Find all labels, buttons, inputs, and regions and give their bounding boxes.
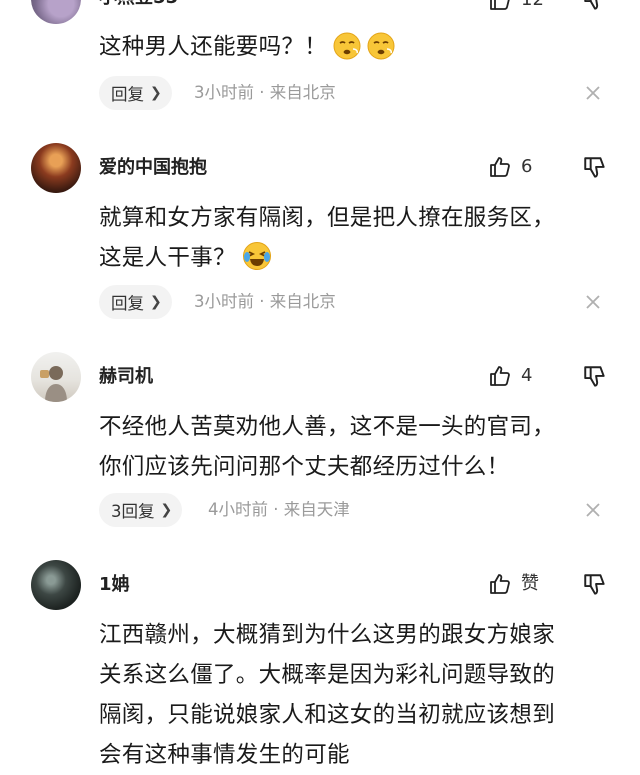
reply-label: 回复 xyxy=(111,294,144,313)
avatar[interactable] xyxy=(31,0,81,24)
avatar[interactable] xyxy=(31,560,81,610)
reply-label: 3回复 xyxy=(111,502,155,521)
chevron-right-icon: ❯ xyxy=(150,85,162,101)
comment-meta: 3小时前 · 来自北京 xyxy=(194,76,336,110)
thumbs-down-icon[interactable] xyxy=(582,0,608,13)
avatar[interactable] xyxy=(31,143,81,193)
thumbs-down-icon[interactable] xyxy=(582,364,608,390)
comment-text: 不经他人苦莫劝他人善，这不是一头的官司， 你们应该先问问那个丈夫都经历过什么！ xyxy=(99,407,619,487)
comment-text-line: 这是人干事？ xyxy=(99,238,619,284)
sigh-face-icon xyxy=(367,32,395,73)
comment-text: 就算和女方家有隔阂，但是把人撩在服务区， 这是人干事？ xyxy=(99,198,619,284)
reply-button[interactable]: 回复 ❯ xyxy=(99,285,172,319)
comment-time: 3小时前 xyxy=(194,83,254,102)
comment-location: 来自北京 xyxy=(269,83,336,102)
comment-text-line: 你们应该先问问那个丈夫都经历过什么！ xyxy=(99,454,510,480)
like-count: 12 xyxy=(521,0,544,13)
close-icon[interactable] xyxy=(584,84,604,104)
thumbs-up-icon xyxy=(488,155,512,179)
username[interactable]: 1姌 xyxy=(99,573,130,597)
like-button[interactable]: 赞 xyxy=(488,571,539,597)
comment-meta: 3小时前 · 来自北京 xyxy=(194,285,336,319)
comment-location: 来自北京 xyxy=(269,292,336,311)
like-count: 4 xyxy=(521,365,533,386)
reply-label: 回复 xyxy=(111,85,144,104)
comment-text-line: 江西赣州，大概猜到为什么这男的跟女方娘家 xyxy=(99,622,556,648)
meta-separator: · xyxy=(259,83,265,102)
chevron-right-icon: ❯ xyxy=(160,502,173,518)
comment-text: 这种男人还能要吗？！ xyxy=(99,27,619,73)
reply-button[interactable]: 3回复 ❯ xyxy=(99,493,183,527)
username[interactable]: 爱的中国抱抱 xyxy=(99,156,207,180)
crying-laughing-face-icon xyxy=(242,241,272,284)
like-button[interactable]: 6 xyxy=(488,154,532,180)
comment-text-line: 会有这种事情发生的可能 xyxy=(99,742,350,768)
meta-separator: · xyxy=(273,500,279,519)
thumbs-up-icon xyxy=(488,364,512,388)
comment-text-line: 关系这么僵了。大概率是因为彩礼问题导致的 xyxy=(99,662,556,688)
reply-button[interactable]: 回复 ❯ xyxy=(99,76,172,110)
username[interactable]: 小熊豆55 xyxy=(99,0,178,10)
username[interactable]: 赫司机 xyxy=(99,365,153,389)
like-count: 赞 xyxy=(521,573,539,594)
comment-text-line: 不经他人苦莫劝他人善，这不是一头的官司， xyxy=(99,414,556,440)
sigh-face-icon xyxy=(333,32,361,73)
like-button[interactable]: 12 xyxy=(488,0,544,13)
comment-time: 3小时前 xyxy=(194,292,254,311)
thumbs-up-icon xyxy=(488,0,512,12)
meta-separator: · xyxy=(259,292,265,311)
thumbs-up-icon xyxy=(488,572,512,596)
comment-time: 4小时前 xyxy=(208,500,268,519)
avatar[interactable] xyxy=(31,352,81,402)
comment-text-line: 就算和女方家有隔阂，但是把人撩在服务区， xyxy=(99,205,556,231)
close-icon[interactable] xyxy=(584,293,604,313)
chevron-right-icon: ❯ xyxy=(150,294,162,310)
like-count: 6 xyxy=(521,156,533,177)
comment-location: 来自天津 xyxy=(283,500,350,519)
close-icon[interactable] xyxy=(584,501,604,521)
comment-text-line: 隔阂，只能说娘家人和这女的当初就应该想到 xyxy=(99,702,556,728)
avatar-figure xyxy=(40,366,67,402)
thumbs-down-icon[interactable] xyxy=(582,572,608,598)
thumbs-down-icon[interactable] xyxy=(582,155,608,181)
comment-meta: 4小时前 · 来自天津 xyxy=(208,493,350,527)
comment-text: 江西赣州，大概猜到为什么这男的跟女方娘家 关系这么僵了。大概率是因为彩礼问题导致… xyxy=(99,615,619,775)
like-button[interactable]: 4 xyxy=(488,363,532,389)
